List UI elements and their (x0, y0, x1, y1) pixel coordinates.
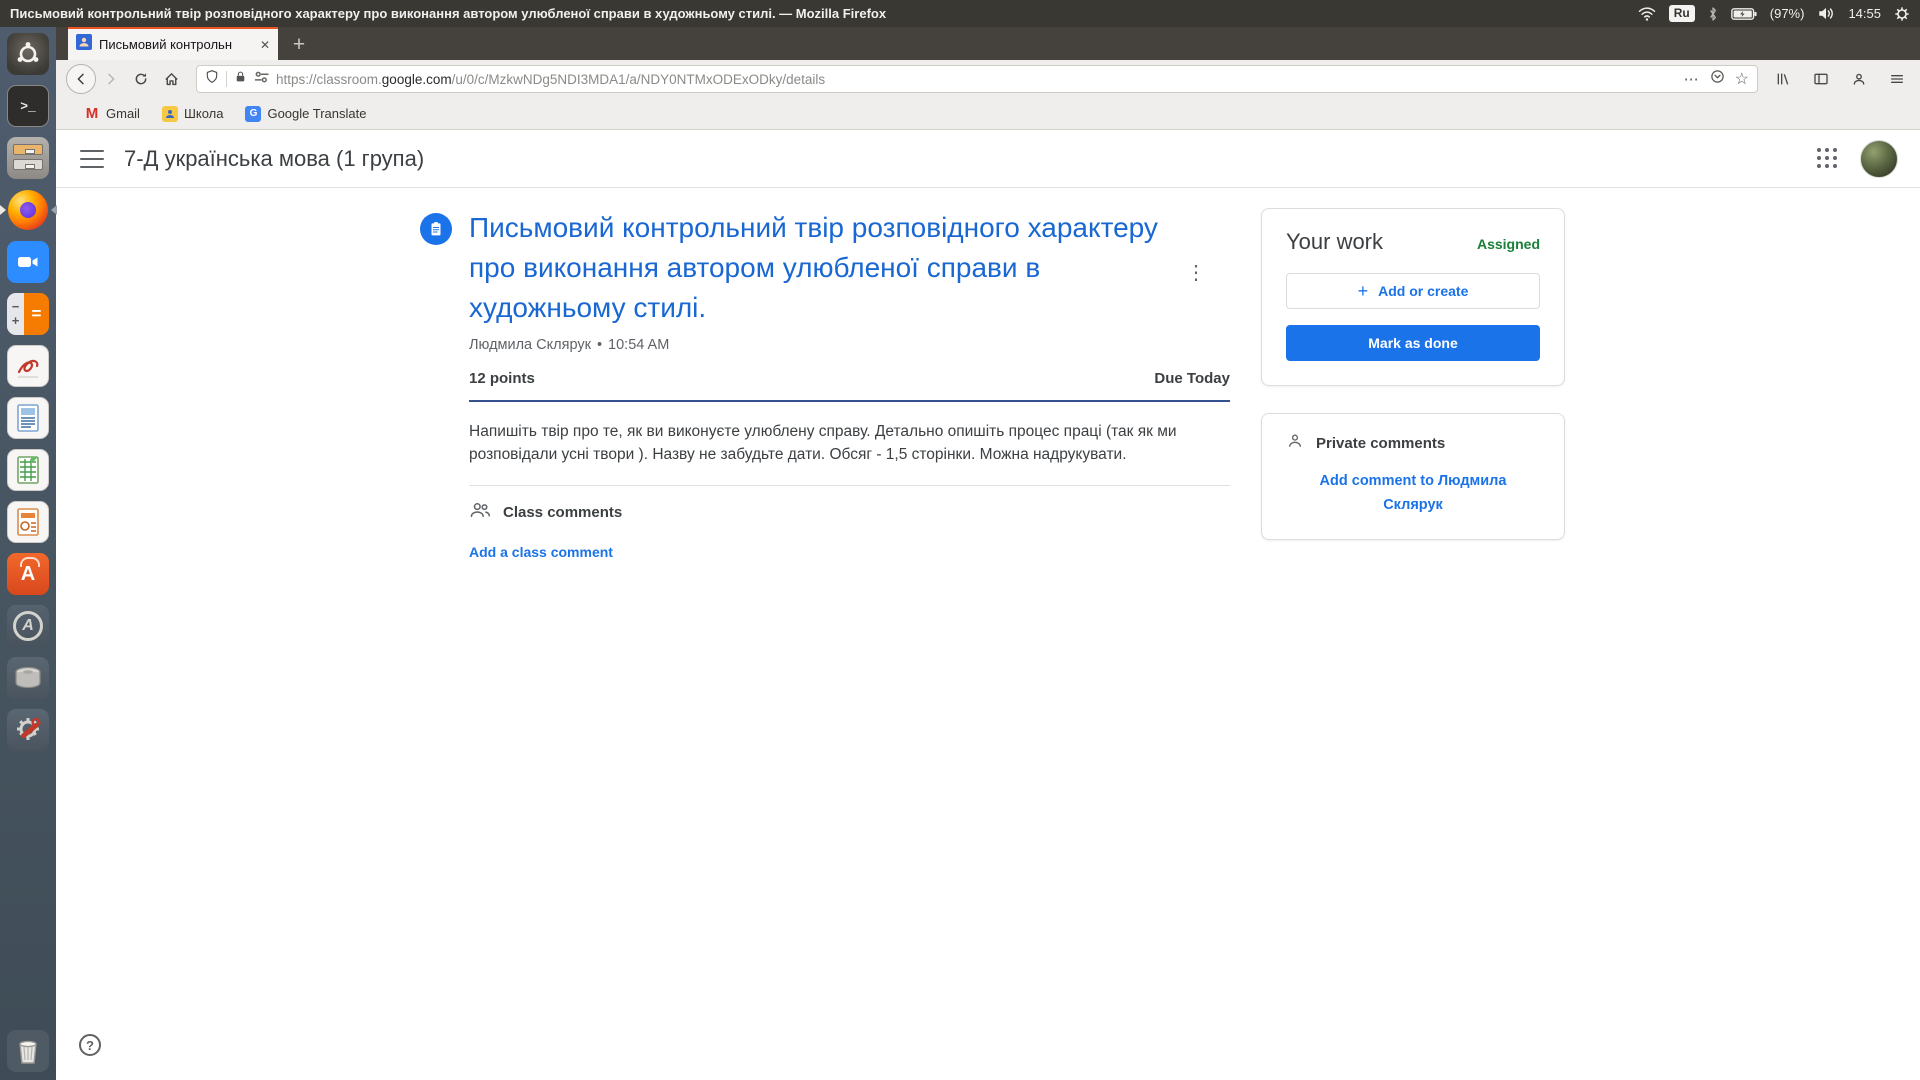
account-avatar[interactable] (1860, 140, 1898, 178)
assignment-byline: Людмила Склярук • 10:54 AM (469, 337, 1230, 353)
url-text: https://classroom.google.com/u/0/c/MzkwN… (276, 72, 1677, 87)
volume-icon[interactable] (1817, 6, 1835, 21)
lock-icon (234, 70, 247, 89)
classroom-page: 7-Д українська мова (1 група) Письмовий … (56, 130, 1920, 1080)
calculator-icon[interactable]: −+ = (7, 293, 49, 335)
person-icon (1286, 432, 1304, 455)
tab-close-icon[interactable]: ✕ (260, 38, 270, 52)
assignment-points: 12 points (469, 370, 535, 387)
new-tab-button[interactable]: + (284, 30, 314, 60)
forward-button[interactable] (96, 64, 126, 94)
menu-icon[interactable] (1882, 64, 1912, 94)
assignment-main: Письмовий контрольний твір розповідного … (420, 208, 1232, 562)
address-bar[interactable]: https://classroom.google.com/u/0/c/MzkwN… (196, 65, 1758, 93)
dock: >_ −+ = A A (0, 27, 56, 1080)
terminal-icon[interactable]: >_ (7, 85, 49, 127)
tab-favicon-classroom (76, 34, 92, 55)
assignment-description: Напишіть твір про те, як ви виконуєте ул… (469, 420, 1230, 466)
help-button[interactable]: ? (79, 1034, 101, 1056)
sidebar-icon[interactable] (1806, 64, 1836, 94)
reload-button[interactable] (126, 64, 156, 94)
wifi-icon[interactable] (1638, 6, 1656, 21)
ubuntu-activities-icon[interactable] (7, 33, 49, 75)
google-apps-grid-icon[interactable] (1817, 148, 1838, 169)
library-icon[interactable] (1768, 64, 1798, 94)
battery-icon[interactable] (1731, 7, 1757, 21)
navigation-toolbar: https://classroom.google.com/u/0/c/MzkwN… (56, 60, 1920, 98)
session-gear-icon[interactable] (1894, 6, 1910, 22)
libreoffice-writer-icon[interactable] (7, 397, 49, 439)
assignment-author: Людмила Склярук (469, 337, 591, 353)
bluetooth-icon[interactable] (1708, 6, 1718, 22)
school-icon (162, 106, 178, 122)
theme-divider (469, 400, 1230, 402)
private-comments-card: Private comments Add comment to Людмила … (1261, 413, 1565, 540)
page-actions-icon[interactable]: ⋯ (1684, 70, 1700, 88)
your-work-title: Your work (1286, 229, 1383, 255)
tracking-protection-shield-icon[interactable] (205, 69, 219, 89)
account-icon[interactable] (1844, 64, 1874, 94)
system-tray: Ru (97%) 14:55 (1638, 5, 1910, 22)
tab-bar: Письмовий контрольн ✕ + (56, 27, 1920, 60)
window-title: Письмовий контрольний твір розповідного … (10, 6, 886, 21)
add-private-comment-link[interactable]: Add comment to Людмила Склярук (1286, 469, 1540, 517)
assignment-title: Письмовий контрольний твір розповідного … (469, 208, 1169, 328)
clock[interactable]: 14:55 (1848, 6, 1881, 21)
zoom-icon[interactable] (7, 241, 49, 283)
divider (469, 485, 1230, 486)
bookmark-gmail[interactable]: M Gmail (84, 106, 140, 122)
assignment-icon (420, 213, 452, 245)
google-translate-icon: G (245, 106, 261, 122)
classroom-header: 7-Д українська мова (1 група) (56, 130, 1920, 188)
file-manager-icon[interactable] (7, 137, 49, 179)
back-button[interactable] (66, 64, 96, 94)
battery-percent: (97%) (1770, 6, 1805, 21)
disks-icon[interactable] (7, 657, 49, 699)
permissions-icon[interactable] (254, 70, 269, 89)
trash-icon[interactable] (7, 1030, 49, 1072)
pocket-icon[interactable] (1710, 69, 1725, 89)
add-class-comment-link[interactable]: Add a class comment (469, 544, 613, 560)
keyboard-layout-indicator[interactable]: Ru (1669, 5, 1695, 22)
system-top-bar: Письмовий контрольний твір розповідного … (0, 0, 1920, 27)
bookmark-star-icon[interactable]: ☆ (1735, 69, 1749, 89)
gmail-icon: M (84, 106, 100, 122)
bookmarks-bar: M Gmail Школа G Google Translate (56, 98, 1920, 130)
sidebar-panels: Your work Assigned + Add or create Mark … (1261, 208, 1565, 540)
tab-title: Письмовий контрольн (99, 37, 253, 52)
libreoffice-calc-icon[interactable] (7, 449, 49, 491)
add-or-create-button[interactable]: + Add or create (1286, 273, 1540, 309)
assignment-options-icon[interactable]: ⋮ (1184, 260, 1208, 285)
firefox-icon[interactable] (7, 189, 49, 231)
assignment-posted-time: 10:54 AM (608, 337, 669, 353)
remote-app-icon[interactable]: A (7, 605, 49, 647)
your-work-card: Your work Assigned + Add or create Mark … (1261, 208, 1565, 386)
bookmark-shkola[interactable]: Школа (162, 106, 224, 122)
libreoffice-impress-icon[interactable] (7, 501, 49, 543)
assignment-due: Due Today (1154, 370, 1230, 387)
document-annotator-icon[interactable] (7, 345, 49, 387)
private-comments-title: Private comments (1316, 435, 1445, 452)
class-comments-label: Class comments (503, 504, 622, 521)
people-icon (469, 501, 491, 524)
tweaks-icon[interactable] (7, 709, 49, 751)
course-title: 7-Д українська мова (1 група) (124, 146, 424, 172)
tab-classroom[interactable]: Письмовий контрольн ✕ (68, 27, 278, 60)
ubuntu-software-icon[interactable]: A (7, 553, 49, 595)
bookmark-google-translate[interactable]: G Google Translate (245, 106, 366, 122)
mark-as-done-button[interactable]: Mark as done (1286, 325, 1540, 361)
main-menu-icon[interactable] (80, 150, 104, 168)
home-button[interactable] (156, 64, 186, 94)
plus-icon: + (1358, 281, 1369, 302)
status-badge: Assigned (1477, 236, 1540, 252)
